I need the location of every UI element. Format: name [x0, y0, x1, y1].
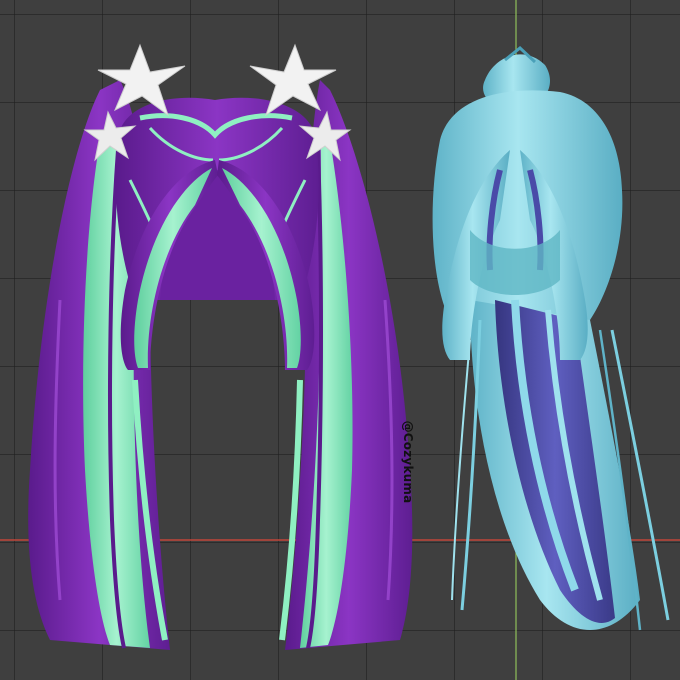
watermark-text: @Cozykuma: [401, 420, 415, 504]
3d-viewport[interactable]: @Cozykuma: [0, 0, 680, 680]
purple-mint-hair-model[interactable]: [28, 80, 413, 650]
cyan-ponytail-hair-model[interactable]: [432, 46, 670, 631]
viewport-scene: [0, 0, 680, 680]
